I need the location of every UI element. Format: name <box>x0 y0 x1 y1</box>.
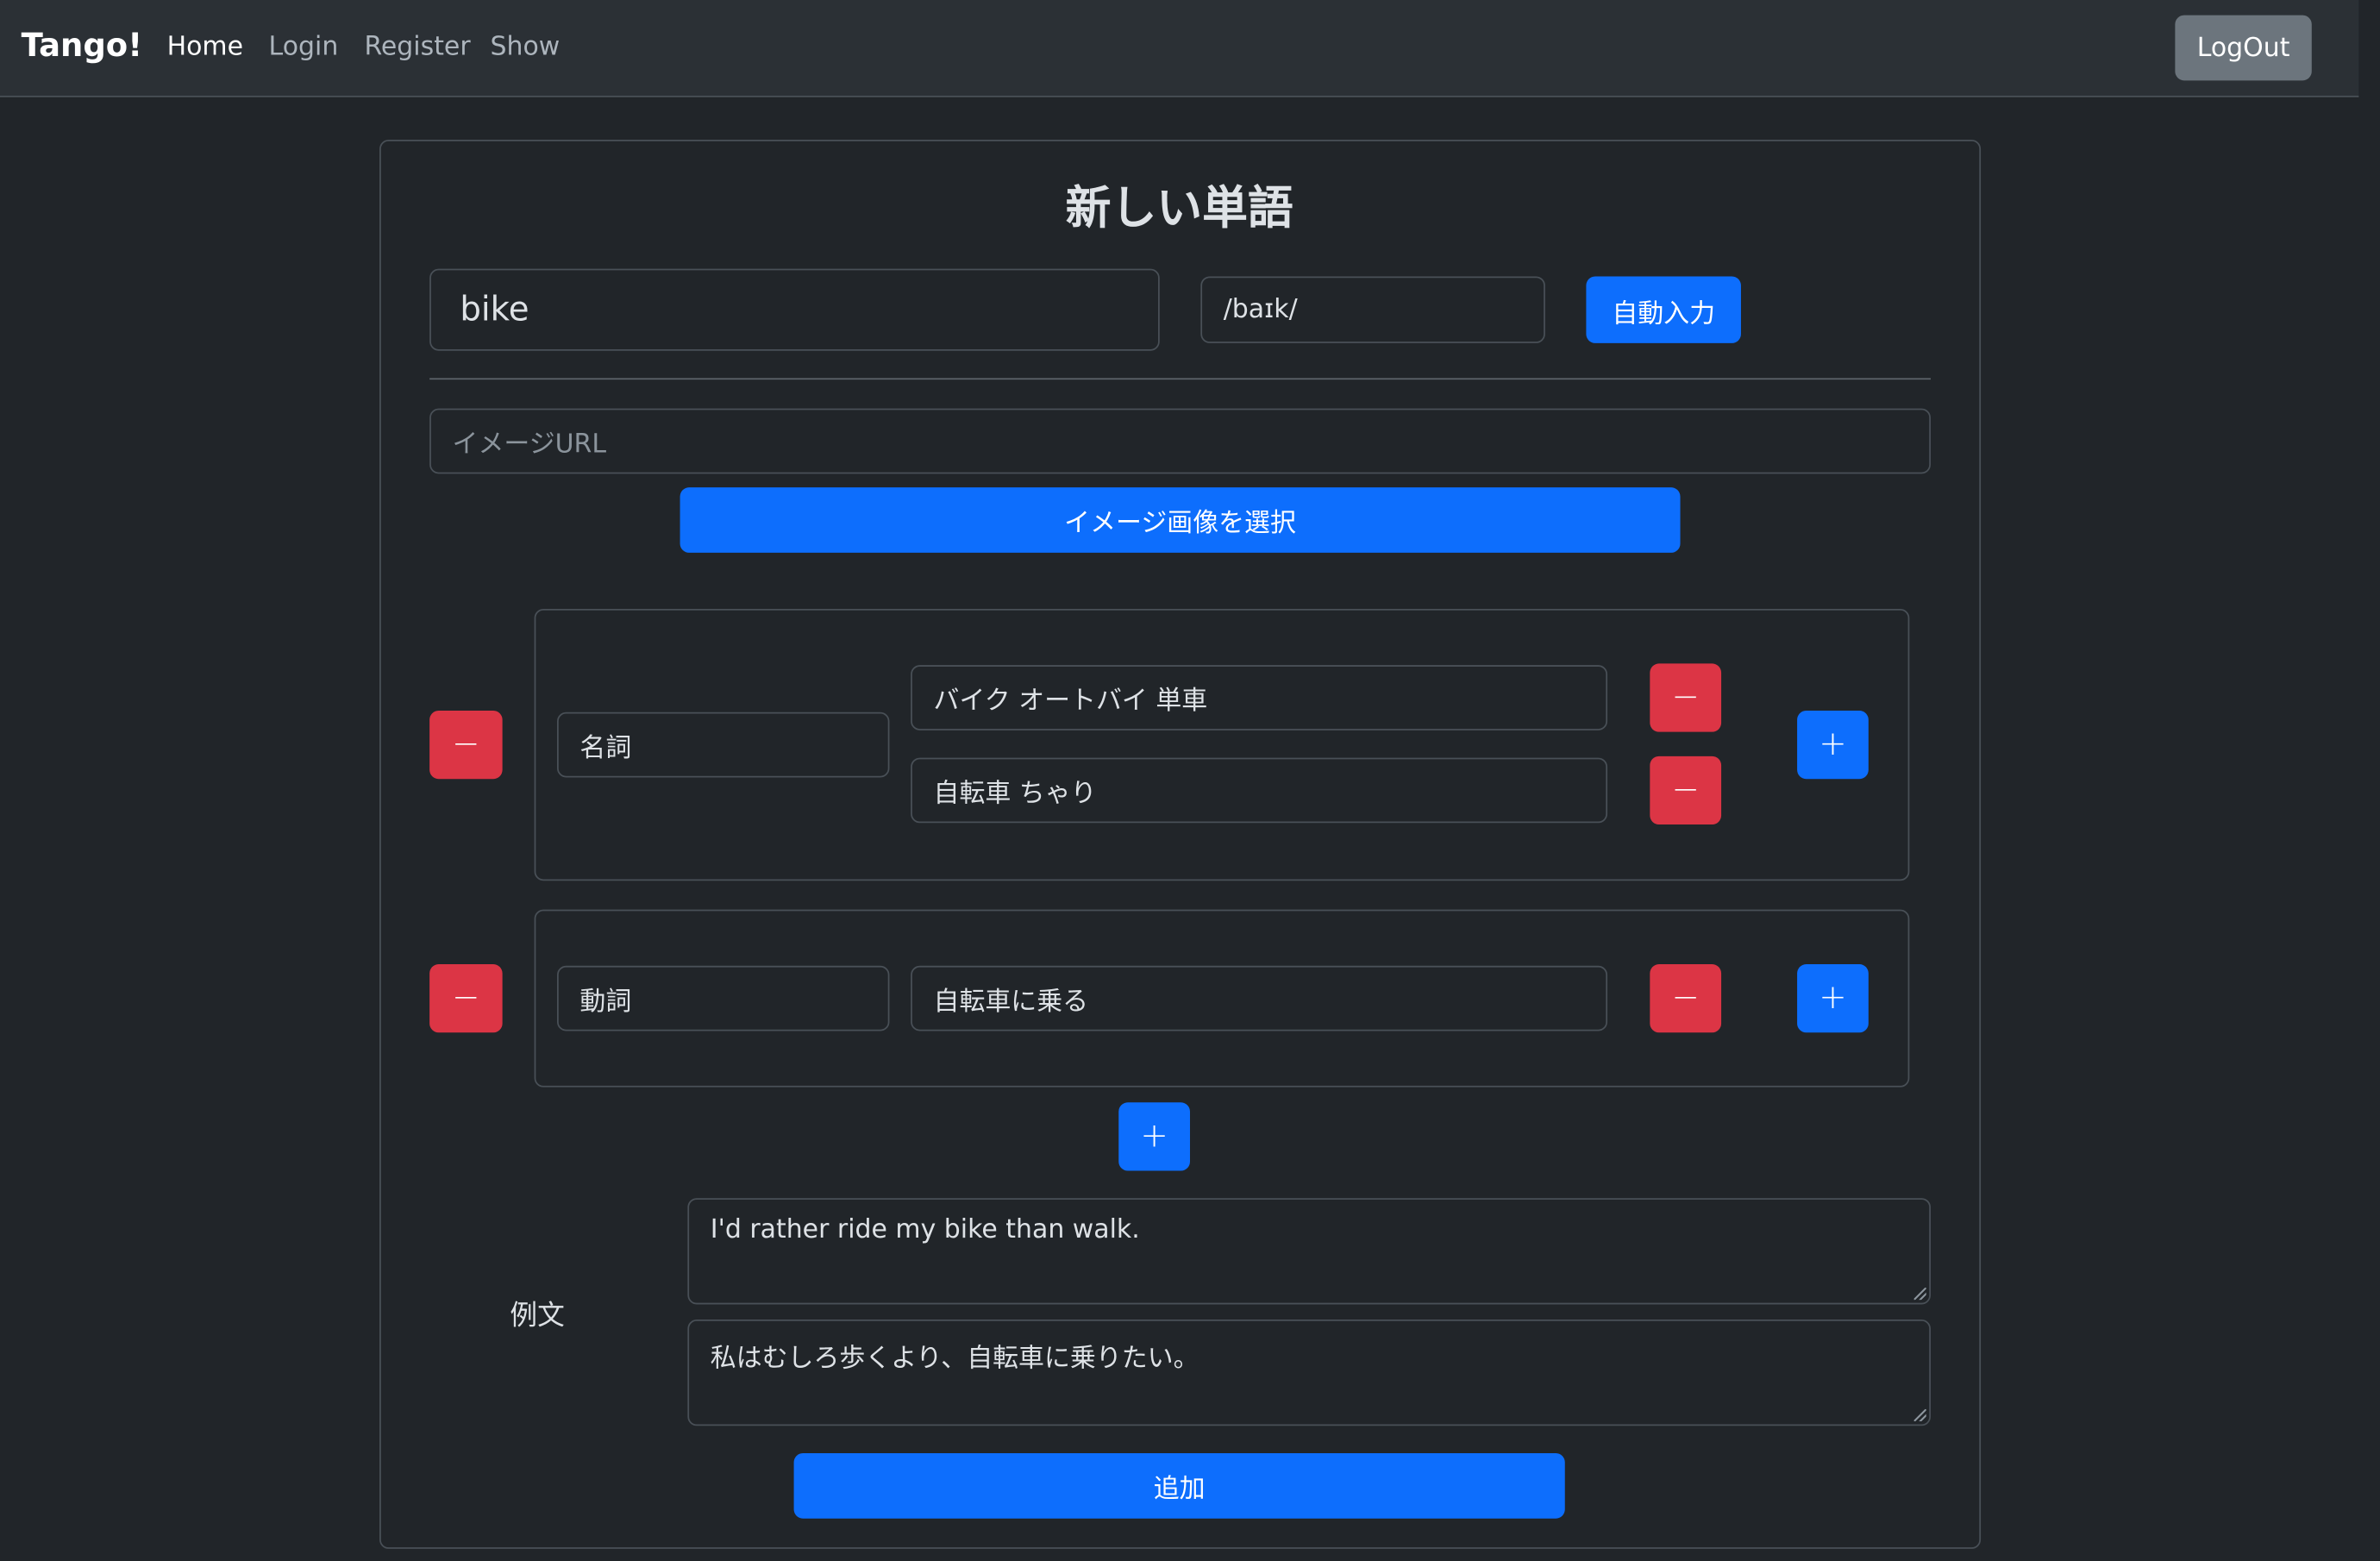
add-meaning-button[interactable]: + <box>1797 964 1869 1033</box>
example-japanese-textarea[interactable]: 私はむしろ歩くより、自転車に乗りたい。 <box>687 1320 1931 1426</box>
word-input[interactable]: bike <box>429 268 1160 351</box>
example-english-text: I'd rather ride my bike than walk. <box>710 1214 1140 1245</box>
remove-meaning-button[interactable]: − <box>1650 964 1722 1033</box>
example-english-textarea[interactable]: I'd rather ride my bike than walk. <box>687 1198 1931 1305</box>
minus-icon: − <box>1671 978 1700 1017</box>
resize-handle-icon[interactable] <box>1913 1408 1926 1422</box>
nav-show[interactable]: Show <box>491 32 561 62</box>
meaning-input[interactable]: 自転車に乗る <box>911 965 1608 1031</box>
examples-label: 例文 <box>510 1300 565 1332</box>
select-image-button[interactable]: イメージ画像を選択 <box>680 487 1681 553</box>
image-url-input[interactable]: イメージURL <box>429 408 1931 474</box>
plus-icon: + <box>1819 978 1847 1017</box>
minus-icon: − <box>1671 770 1700 809</box>
minus-icon: − <box>1671 678 1700 717</box>
divider <box>429 378 1931 380</box>
example-japanese-text: 私はむしろ歩くより、自転車に乗りたい。 <box>710 1344 1199 1375</box>
auto-fill-button[interactable]: 自動入力 <box>1586 276 1741 343</box>
meaning-input[interactable]: 自転車 ちゃり <box>911 757 1608 824</box>
part-of-speech-input[interactable]: 名詞 <box>556 712 890 778</box>
plus-icon: + <box>1819 724 1847 763</box>
page-title: 新しい単語 <box>1065 182 1293 235</box>
minus-icon: − <box>452 724 480 763</box>
plus-icon: + <box>1140 1116 1168 1156</box>
nav-home[interactable]: Home <box>167 32 243 62</box>
add-group-button[interactable]: + <box>1118 1102 1190 1171</box>
resize-handle-icon[interactable] <box>1913 1288 1926 1301</box>
brand-logo[interactable]: Tango! <box>22 28 142 64</box>
pronunciation-input[interactable]: /baɪk/ <box>1200 276 1545 343</box>
submit-button[interactable]: 追加 <box>793 1452 1565 1519</box>
remove-group-button[interactable]: − <box>429 964 503 1033</box>
part-of-speech-input[interactable]: 動詞 <box>556 965 890 1031</box>
remove-meaning-button[interactable]: − <box>1650 663 1722 732</box>
minus-icon: − <box>452 978 480 1017</box>
meaning-input[interactable]: バイク オートバイ 単車 <box>911 665 1608 730</box>
page: Tango! Home Login Register Show LogOut 新… <box>0 0 2380 1561</box>
add-meaning-button[interactable]: + <box>1797 711 1869 780</box>
logout-button[interactable]: LogOut <box>2175 15 2312 81</box>
remove-group-button[interactable]: − <box>429 711 503 780</box>
nav-login[interactable]: Login <box>269 32 339 62</box>
remove-meaning-button[interactable]: − <box>1650 755 1722 825</box>
navbar: Tango! Home Login Register Show LogOut <box>0 0 2359 97</box>
nav-register[interactable]: Register <box>364 32 470 62</box>
